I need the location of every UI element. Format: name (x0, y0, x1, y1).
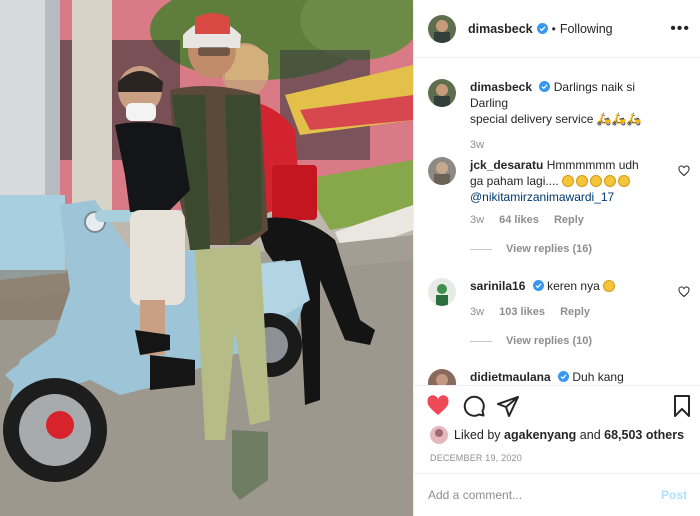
author-avatar[interactable] (428, 14, 456, 43)
verified-badge-icon (558, 371, 570, 382)
author-avatar[interactable] (428, 79, 456, 107)
view-replies-label: View replies (10) (506, 335, 593, 347)
view-replies-button[interactable]: View replies (16) (470, 241, 670, 257)
comment-time: 3w (470, 214, 485, 226)
comment-likes[interactable]: 64 likes (499, 214, 539, 226)
commenter-avatar[interactable] (428, 278, 456, 306)
following-button[interactable]: Following (560, 22, 613, 36)
post-date: DECEMBER 19, 2020 (430, 453, 522, 463)
verified-badge-icon (536, 23, 548, 34)
comment-body: didietmaulana Duh kang (470, 369, 670, 385)
reply-button[interactable]: Reply (554, 214, 584, 226)
smile-emoji-icon (603, 280, 616, 292)
commenter-avatar[interactable] (428, 369, 456, 385)
likes-count[interactable]: 68,503 others (604, 428, 684, 442)
like-heart-icon[interactable] (426, 394, 450, 418)
comment-username[interactable]: sarinila16 (470, 279, 525, 293)
verified-badge-icon (532, 280, 544, 291)
replies-line (470, 248, 492, 250)
instagram-post-modal: dimasbeck • Following ••• dimasbeck Darl… (0, 0, 700, 516)
comments-list[interactable]: dimasbeck Darlings naik si Darling speci… (414, 59, 700, 385)
caption-username[interactable]: dimasbeck (470, 80, 532, 94)
liked-by-user[interactable]: agakenyang (504, 428, 576, 442)
comment-body: jck_desaratu Hmmmmmm udh ga paham lagi..… (470, 157, 670, 257)
comment-text-line2: ga paham lagi.... (470, 174, 559, 188)
comment-mention[interactable]: @nikitamirzanimawardi_17 (470, 190, 614, 204)
comment-bubble-icon[interactable] (462, 394, 486, 418)
share-send-icon[interactable] (496, 394, 520, 418)
comment-input[interactable] (428, 488, 661, 502)
comment-text: Duh kang (572, 370, 624, 384)
view-replies-label: View replies (16) (506, 243, 593, 255)
author-username[interactable]: dimasbeck (468, 22, 533, 36)
more-options-icon[interactable]: ••• (670, 20, 690, 38)
caption-text-line2: special delivery service (470, 112, 594, 126)
comment-meta: 3w 64 likes Reply (470, 212, 670, 228)
verified-badge-icon (539, 81, 551, 92)
comment-text: keren nya (547, 279, 600, 293)
comment-username[interactable]: jck_desaratu (470, 158, 543, 172)
post-actions: Liked by agakenyang and 68,503 others DE… (414, 385, 700, 465)
post-header: dimasbeck • Following ••• (414, 0, 700, 58)
liked-by-prefix: Liked by (454, 428, 501, 442)
comment-time: 3w (470, 306, 485, 318)
scooter-emoji-icon: 🛵🛵🛵 (596, 112, 642, 126)
comment-text: Hmmmmmm udh (546, 158, 639, 172)
post-photo[interactable] (0, 0, 413, 516)
separator-dot: • (551, 21, 556, 36)
laughing-emoji-icon (562, 174, 632, 188)
reply-button[interactable]: Reply (560, 306, 590, 318)
add-comment-bar: Post (414, 473, 700, 516)
caption-meta: 3w (470, 137, 670, 153)
commenter-avatar[interactable] (428, 157, 456, 185)
action-icons-row (424, 394, 694, 420)
liker-avatar (430, 426, 448, 444)
comment-meta: 3w 103 likes Reply (470, 304, 670, 320)
comment-likes[interactable]: 103 likes (499, 306, 545, 318)
comment-username[interactable]: didietmaulana (470, 370, 551, 384)
like-comment-heart-icon[interactable] (678, 165, 690, 177)
likes-summary[interactable]: Liked by agakenyang and 68,503 others (430, 426, 684, 444)
post-comment-button[interactable]: Post (661, 488, 687, 502)
liked-by-and: and (579, 428, 601, 442)
comment-body: sarinila16 keren nya 3w 103 likes Reply … (470, 278, 670, 349)
caption-time: 3w (470, 139, 485, 151)
replies-line (470, 340, 492, 342)
save-bookmark-icon[interactable] (670, 394, 694, 418)
view-replies-button[interactable]: View replies (10) (470, 333, 670, 349)
like-comment-heart-icon[interactable] (678, 286, 690, 298)
post-side-panel: dimasbeck • Following ••• dimasbeck Darl… (413, 0, 700, 516)
caption-body: dimasbeck Darlings naik si Darling speci… (470, 79, 670, 153)
